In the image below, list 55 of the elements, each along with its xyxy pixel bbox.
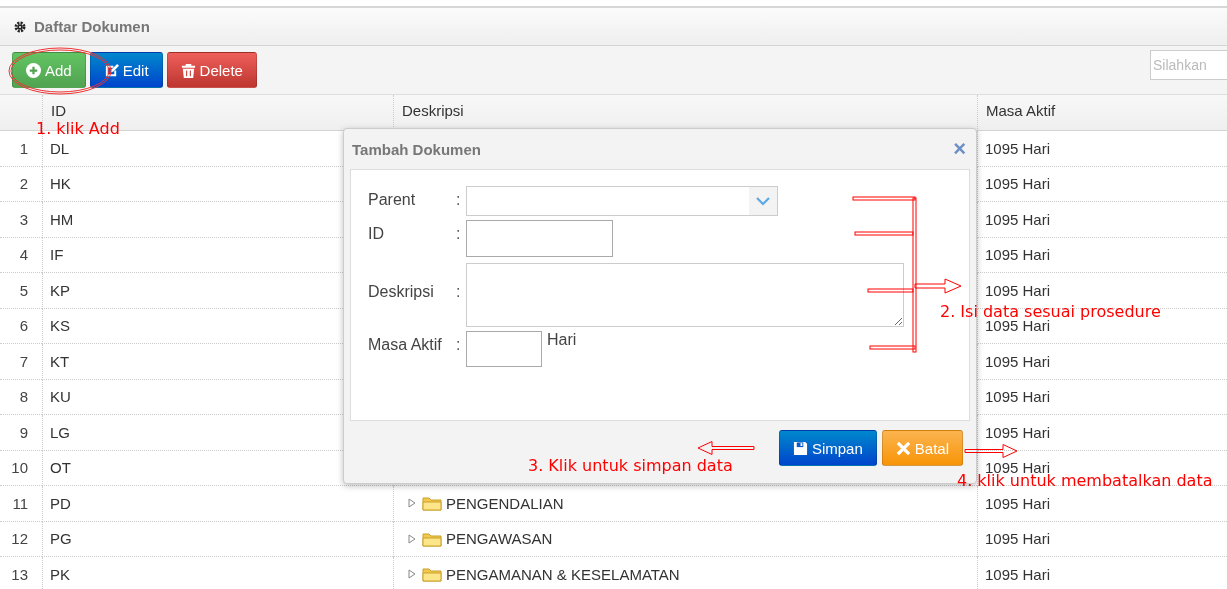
row-number: 6 xyxy=(0,308,42,344)
trash-icon xyxy=(180,62,196,78)
plus-circle-icon xyxy=(26,62,41,78)
close-button[interactable]: × xyxy=(951,138,968,160)
edit-icon xyxy=(103,62,119,78)
panel-title: Daftar Dokumen xyxy=(34,18,150,35)
column-header[interactable]: Deskripsi xyxy=(402,102,464,119)
id-cell: PG xyxy=(42,521,393,557)
row-number: 10 xyxy=(0,450,42,486)
row-number: 8 xyxy=(0,379,42,415)
description-text: PENGENDALIAN xyxy=(446,494,564,512)
floppy-icon xyxy=(792,440,808,456)
textarea-field[interactable] xyxy=(466,263,904,327)
row-number: 5 xyxy=(0,273,42,309)
folder-icon xyxy=(422,530,442,547)
colon-text: : xyxy=(456,336,462,354)
input-field[interactable] xyxy=(466,220,613,257)
folder-icon xyxy=(422,495,442,512)
id-cell: PD xyxy=(42,486,393,522)
row-number: 4 xyxy=(0,237,42,273)
annotation-text: 3. Klik untuk simpan data xyxy=(528,456,733,475)
colon-text: : xyxy=(456,283,462,301)
row-number: 7 xyxy=(0,344,42,380)
description-text: PENGAMANAN & KESELAMATAN xyxy=(446,565,680,583)
left-arrow xyxy=(696,440,756,456)
chevron-down-icon xyxy=(756,196,770,206)
save-button[interactable]: Simpan xyxy=(778,430,877,466)
row-number: 3 xyxy=(0,202,42,238)
column-header[interactable]: Masa Aktif xyxy=(986,102,1056,119)
masa-aktif-cell: 1095 Hari xyxy=(977,521,1227,557)
expand-triangle-icon[interactable] xyxy=(408,533,416,544)
folder-icon xyxy=(422,566,442,583)
edit-button[interactable]: Edit xyxy=(89,52,163,88)
input-field[interactable] xyxy=(466,331,542,367)
masa-aktif-cell: 1095 Hari xyxy=(977,557,1227,589)
delete-button[interactable]: Delete xyxy=(166,52,257,88)
column-header[interactable]: ID xyxy=(51,102,66,119)
masa-aktif-cell: 1095 Hari xyxy=(977,486,1227,522)
row-number: 12 xyxy=(0,521,42,557)
row-number: 13 xyxy=(0,557,42,589)
colon-text: : xyxy=(456,191,462,209)
parent-select[interactable] xyxy=(466,186,778,216)
colon-text: : xyxy=(456,225,462,243)
expand-triangle-icon[interactable] xyxy=(408,569,416,580)
unit-label: Hari xyxy=(547,331,577,349)
row-number: 11 xyxy=(0,486,42,522)
expand-triangle-icon[interactable] xyxy=(408,498,416,509)
x-icon xyxy=(895,440,911,456)
right-arrow xyxy=(964,443,1020,459)
gear-icon xyxy=(14,20,26,33)
row-number: 9 xyxy=(0,415,42,451)
id-cell: PK xyxy=(42,557,393,589)
row-number: 2 xyxy=(0,166,42,202)
description-text: PENGAWASAN xyxy=(446,530,553,548)
search-field[interactable]: Silahkan xyxy=(1150,50,1227,80)
